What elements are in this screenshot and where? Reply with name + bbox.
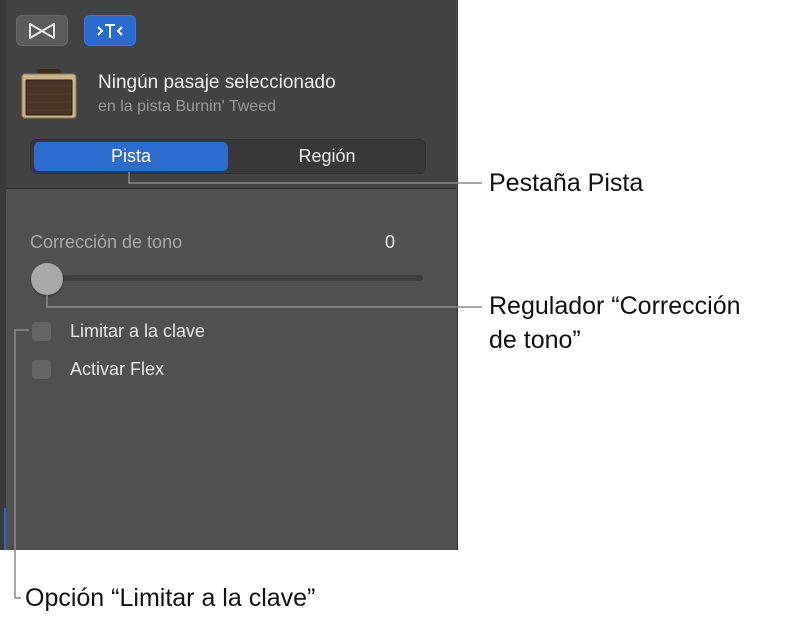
callout-track-tab: Pestaña Pista	[489, 169, 644, 197]
callout-line-limit-key	[14, 329, 29, 599]
callout-pitch-slider-line2: de tono”	[489, 326, 581, 354]
callout-line-pitch-slider	[46, 295, 482, 308]
callout-line-track-tab	[128, 172, 482, 184]
callout-limit-key-option: Opción “Limitar a la clave”	[25, 584, 316, 612]
callout-pitch-slider-line1: Regulador “Corrección	[489, 292, 741, 320]
